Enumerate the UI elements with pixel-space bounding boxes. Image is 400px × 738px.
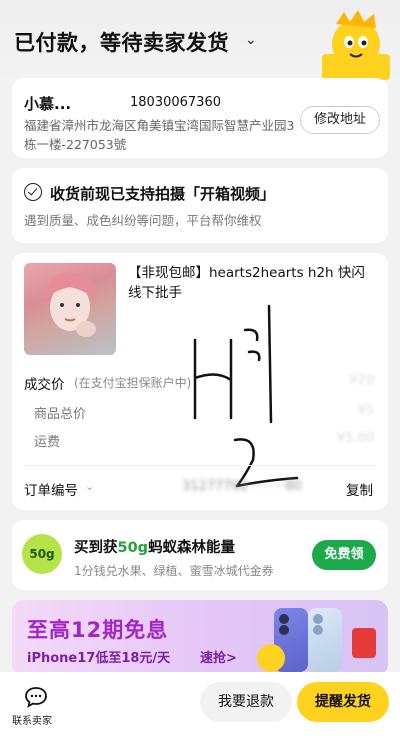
promo-subtitle: iPhone17低至18元/天	[27, 651, 171, 666]
address-detail: 福建省漳州市龙海区角美镇宝湾国际智慧产业园3栋一楼-227053號	[24, 118, 295, 152]
phone-blue-icon	[308, 608, 342, 672]
chevron-down-icon[interactable]: ⌄	[85, 480, 94, 493]
order-number-label: 订单编号	[24, 483, 78, 499]
unboxing-subtitle: 遇到质量、成色纠纷等问题，平台帮你维权	[24, 213, 262, 228]
copy-order-number-button[interactable]: 复制	[346, 479, 373, 499]
energy-badge: 50g	[22, 534, 62, 574]
goods-total-value: ¥5	[357, 403, 374, 418]
promo-banner[interactable]: 至高12期免息 iPhone17低至18元/天 速抢>	[12, 600, 388, 676]
energy-title-suffix: 蚂蚁森林能量	[148, 540, 236, 556]
divider	[24, 465, 376, 466]
unboxing-title: 收货前现已支持拍摄「开箱视频」	[50, 185, 276, 203]
promo-title: 至高12期免息	[27, 618, 169, 642]
mascot-icon	[257, 644, 285, 672]
energy-subtitle: 1分钱兑水果、绿植、蜜雪冰城代金券	[74, 564, 274, 578]
product-image[interactable]	[24, 263, 116, 355]
remind-shipping-button[interactable]: 提醒发货	[297, 682, 389, 722]
deal-price-value: ¥20	[349, 373, 374, 388]
edit-address-button[interactable]: 修改地址	[300, 106, 380, 134]
order-number-value: 31277762·········80	[182, 479, 302, 494]
deal-price-label: 成交价	[24, 377, 65, 393]
deal-price-note: (在支付宝担保账户中)	[74, 376, 192, 390]
product-title[interactable]: 【非现包邮】hearts2hearts h2h 快闪线下批手	[128, 263, 378, 303]
address-card: 小慕... 18030067360 福建省漳州市龙海区角美镇宝湾国际智慧产业园3…	[12, 78, 388, 158]
bottom-action-bar: 联系卖家 我要退款 提醒发货	[0, 672, 400, 738]
order-status-title[interactable]: 已付款，等待卖家发货	[14, 27, 229, 57]
recipient-phone: 18030067360	[130, 95, 221, 110]
claim-energy-button[interactable]: 免费领	[312, 540, 376, 570]
unboxing-video-card[interactable]: 收货前现已支持拍摄「开箱视频」 遇到质量、成色纠纷等问题，平台帮你维权	[12, 168, 388, 243]
mascot-icon	[322, 10, 390, 80]
shipping-fee-label: 运费	[34, 435, 61, 450]
chat-bubble-icon[interactable]	[24, 686, 48, 708]
shipping-fee-value: ¥5.00	[336, 431, 374, 446]
request-refund-button[interactable]: 我要退款	[200, 682, 292, 722]
chevron-down-icon[interactable]: ⌄	[245, 32, 257, 48]
product-photo-icon	[44, 272, 96, 337]
order-card: 【非现包邮】hearts2hearts h2h 快闪线下批手 成交价 (在支付宝…	[12, 253, 388, 510]
goods-total-label: 商品总价	[34, 407, 87, 422]
energy-title: 买到获50g蚂蚁森林能量	[74, 536, 235, 557]
ant-forest-energy-card: 50g 买到获50g蚂蚁森林能量 1分钱兑水果、绿植、蜜雪冰城代金券 免费领	[12, 520, 388, 590]
recipient-name: 小慕...	[24, 95, 72, 113]
header: 已付款，等待卖家发货 ⌄	[0, 0, 400, 82]
contact-seller-label[interactable]: 联系卖家	[12, 712, 52, 727]
shield-check-icon	[24, 183, 42, 201]
energy-title-amount: 50g	[117, 540, 149, 556]
energy-title-prefix: 买到获	[74, 540, 118, 556]
promo-cta[interactable]: 速抢>	[200, 647, 237, 666]
red-packet-icon	[352, 628, 376, 658]
